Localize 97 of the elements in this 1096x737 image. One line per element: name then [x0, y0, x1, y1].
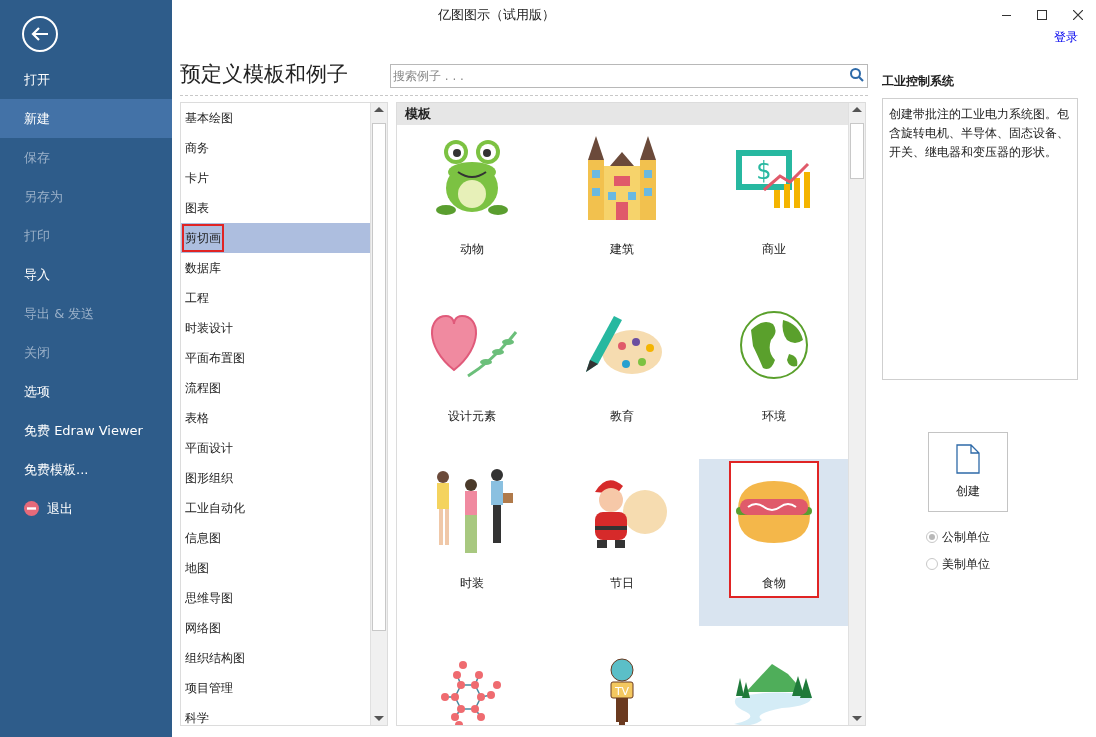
scroll-thumb[interactable] [372, 123, 386, 631]
category-item[interactable]: 数据库 [181, 253, 370, 283]
minimize-icon [1001, 14, 1011, 16]
template-label: 时装 [459, 575, 484, 592]
category-item[interactable]: 时装设计 [181, 313, 370, 343]
template-tile[interactable]: 教育 [548, 292, 697, 459]
stop-icon [24, 501, 39, 516]
category-item[interactable]: 工程 [181, 283, 370, 313]
category-label: 数据库 [184, 260, 222, 277]
sidebar-item[interactable]: 免费 Edraw Viewer [0, 411, 172, 450]
template-tile[interactable]: 动物 [398, 125, 546, 292]
scrollbar[interactable] [848, 103, 865, 725]
category-item[interactable]: 剪切画 [181, 223, 370, 253]
sidebar-item[interactable]: 打开 [0, 60, 172, 99]
unit-radio[interactable]: 公制单位 [926, 528, 1078, 546]
template-label: 商业 [761, 241, 786, 258]
frog-icon [433, 137, 510, 218]
category-label: 组织结构图 [184, 650, 246, 667]
category-item[interactable]: 图表 [181, 193, 370, 223]
template-label: 动物 [459, 241, 484, 258]
category-item[interactable]: 地图 [181, 553, 370, 583]
template-tile[interactable]: 时装 [398, 459, 546, 626]
template-tile[interactable]: 食物 [699, 459, 848, 626]
category-label: 剪切画 [184, 226, 222, 250]
section-header: 模板 [397, 103, 848, 125]
category-item[interactable]: 流程图 [181, 373, 370, 403]
category-item[interactable]: 图形组织 [181, 463, 370, 493]
category-item[interactable]: 表格 [181, 403, 370, 433]
close-icon [1073, 10, 1083, 20]
template-label: 食物 [761, 575, 786, 592]
template-tile[interactable]: 节日 [548, 459, 697, 626]
sidebar-item[interactable]: 退出 [0, 489, 172, 528]
category-item[interactable]: 网络图 [181, 613, 370, 643]
template-label: 建筑 [610, 241, 635, 258]
category-label: 信息图 [184, 530, 222, 547]
category-item[interactable]: 项目管理 [181, 673, 370, 703]
category-label: 思维导图 [184, 590, 234, 607]
category-label: 平面设计 [184, 440, 234, 457]
template-label: 教育 [610, 408, 635, 425]
category-item[interactable]: 卡片 [181, 163, 370, 193]
globe-icon [738, 309, 809, 380]
category-item[interactable]: 工业自动化 [181, 493, 370, 523]
category-label: 卡片 [184, 170, 210, 187]
scroll-down-icon[interactable] [852, 716, 862, 721]
description-box: 创建带批注的工业电力系统图。包含旋转电机、半导体、固态设备、开关、继电器和变压器的形状。 [882, 98, 1078, 380]
category-label: 科学 [184, 710, 210, 725]
category-item[interactable]: 基本绘图 [181, 103, 370, 133]
window-title: 亿图图示（试用版） [438, 6, 555, 25]
category-label: 基本绘图 [184, 110, 234, 127]
document-icon [956, 444, 980, 474]
page-heading: 预定义模板和例子 [180, 64, 348, 85]
search-field[interactable]: 搜索例子 . . . [390, 64, 868, 88]
login-link[interactable]: 登录 [1054, 28, 1078, 46]
category-label: 表格 [184, 410, 210, 427]
maximize-icon [1037, 10, 1047, 20]
scroll-thumb[interactable] [850, 123, 864, 179]
category-label: 工程 [184, 290, 210, 307]
category-label: 商务 [184, 140, 210, 157]
template-tile[interactable]: 建筑 [548, 125, 697, 292]
unit-radio[interactable]: 美制单位 [926, 555, 1078, 573]
category-item[interactable]: 平面设计 [181, 433, 370, 463]
template-tile[interactable]: $ 商业 [699, 125, 848, 292]
sidebar-item[interactable]: 选项 [0, 372, 172, 411]
template-label: 设计元素 [447, 408, 496, 425]
category-label: 项目管理 [184, 680, 234, 697]
sidebar-item[interactable]: 新建 [0, 99, 172, 138]
scrollbar[interactable] [370, 103, 387, 725]
category-label: 工业自动化 [184, 500, 246, 517]
template-label: 节日 [610, 575, 635, 592]
category-label: 时装设计 [184, 320, 234, 337]
category-label: 地图 [184, 560, 210, 577]
search-icon[interactable] [850, 68, 864, 82]
category-label: 图表 [184, 200, 210, 217]
template-tile[interactable]: 设计元素 [398, 292, 546, 459]
node-network-icon [440, 660, 503, 725]
scroll-up-icon[interactable] [374, 107, 384, 112]
category-label: 流程图 [184, 380, 222, 397]
back-arrow-icon [31, 26, 49, 42]
template-title: 工业控制系统 [882, 73, 955, 90]
sidebar-item[interactable]: 导入 [0, 255, 172, 294]
category-item[interactable]: 组织结构图 [181, 643, 370, 673]
sidebar-item[interactable]: 免费模板... [0, 450, 172, 489]
hotdog-icon [733, 478, 814, 545]
category-item[interactable]: 商务 [181, 133, 370, 163]
category-item[interactable]: 信息图 [181, 523, 370, 553]
category-item[interactable]: 科学 [181, 703, 370, 725]
category-label: 网络图 [184, 620, 222, 637]
scroll-down-icon[interactable] [374, 716, 384, 721]
category-item[interactable]: 思维导图 [181, 583, 370, 613]
category-label: 图形组织 [184, 470, 234, 487]
back-button[interactable] [22, 16, 58, 52]
category-item[interactable]: 平面布置图 [181, 343, 370, 373]
scroll-up-icon[interactable] [852, 107, 862, 112]
template-label: 环境 [761, 408, 786, 425]
template-tile[interactable]: 环境 [699, 292, 848, 459]
category-label: 平面布置图 [184, 350, 246, 367]
create-button[interactable]: 创建 [928, 432, 1008, 512]
